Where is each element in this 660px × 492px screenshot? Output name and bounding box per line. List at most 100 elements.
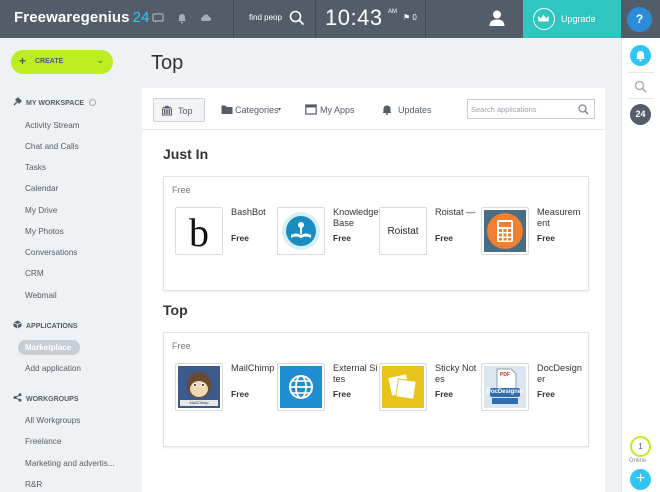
app-price: Free xyxy=(333,233,351,243)
docdesigner-logo: PDF DocDesigner xyxy=(481,363,529,411)
window-icon xyxy=(305,104,317,115)
free-label: Free xyxy=(172,185,191,195)
measurement-logo xyxy=(481,207,529,255)
sidebar-item-marketplace[interactable]: Marketplace xyxy=(18,340,80,355)
bell-icon xyxy=(636,51,645,62)
header-divider xyxy=(425,0,426,38)
create-button[interactable]: + CREATE ⌄ xyxy=(11,50,113,74)
app-card-roistat[interactable]: Roistat Roistat — Free xyxy=(379,207,479,262)
app-name: Sticky Notes xyxy=(435,363,477,384)
app-name: DocDesigner xyxy=(537,363,582,384)
left-sidebar: + CREATE ⌄ MY WORKSPACE Activity Stream … xyxy=(0,38,142,492)
divider xyxy=(628,72,654,73)
sticky-notes-logo xyxy=(379,363,427,411)
clock[interactable]: 10:43 xyxy=(325,5,383,31)
chevron-down-icon: ▾ xyxy=(278,107,282,113)
sidebar-item-add-application[interactable]: Add application xyxy=(25,364,81,373)
app-name: Measurement xyxy=(537,207,581,228)
bitrix24-badge[interactable]: 24 xyxy=(630,104,651,125)
tab-updates[interactable]: Updates xyxy=(374,98,440,122)
notifications-button[interactable] xyxy=(630,45,651,66)
section-title-just-in: Just In xyxy=(163,146,209,162)
sidebar-item-crm[interactable]: CRM xyxy=(25,269,44,278)
sidebar-item-calendar[interactable]: Calendar xyxy=(25,184,58,193)
section-title-top: Top xyxy=(163,302,188,318)
app-card-sticky-notes[interactable]: Sticky Notes Free xyxy=(379,363,479,418)
tab-categories[interactable]: Categories ▾ xyxy=(214,98,290,122)
header-divider xyxy=(315,0,316,38)
sidebar-item-activity-stream[interactable]: Activity Stream xyxy=(25,121,80,130)
marketplace-card: Top Categories ▾ My Apps Updates Just In xyxy=(142,88,605,492)
online-counter[interactable]: 1 xyxy=(630,436,651,457)
app-search-input[interactable] xyxy=(471,103,571,115)
share-icon xyxy=(13,393,22,402)
app-card-bashbot[interactable]: b BashBot Free xyxy=(175,207,275,262)
sidebar-item-conversations[interactable]: Conversations xyxy=(25,248,77,257)
app-price: Free xyxy=(231,233,249,243)
app-card-docdesigner[interactable]: PDF DocDesigner DocDesigner Free xyxy=(481,363,582,418)
sidebar-item-my-photos[interactable]: My Photos xyxy=(25,227,64,236)
search-icon[interactable] xyxy=(634,80,647,93)
upgrade-label: Upgrade xyxy=(561,14,596,24)
app-price: Free xyxy=(231,389,249,399)
app-name: External Sites xyxy=(333,363,378,384)
sidebar-item-marketing[interactable]: Marketing and advertis... xyxy=(25,459,115,468)
external-sites-logo xyxy=(277,363,325,411)
app-card-measurement[interactable]: Measurement Free xyxy=(481,207,581,262)
chat-icon[interactable] xyxy=(152,12,164,24)
help-button[interactable]: ? xyxy=(627,7,652,32)
tab-top[interactable]: Top xyxy=(153,98,205,122)
sidebar-item-rr[interactable]: R&R xyxy=(25,480,42,489)
pin-icon xyxy=(13,97,22,106)
mailchimp-logo: MailChimp xyxy=(175,363,223,411)
app-price: Free xyxy=(435,389,453,399)
clock-am: AM xyxy=(388,9,397,15)
app-card-external-sites[interactable]: External Sites Free xyxy=(277,363,377,418)
app-price: Free xyxy=(333,389,351,399)
workgroups-header[interactable]: WORKGROUPS xyxy=(13,393,79,403)
user-icon[interactable] xyxy=(488,9,506,27)
app-card-knowledge-base[interactable]: Knowledge Base Free xyxy=(277,207,378,262)
cloud-icon[interactable] xyxy=(200,12,212,24)
my-workspace-header[interactable]: MY WORKSPACE xyxy=(13,97,97,107)
gear-icon[interactable] xyxy=(89,99,97,106)
online-label: Online xyxy=(629,458,647,464)
logo[interactable]: Freewaregenius 24 xyxy=(14,9,150,26)
header-search-input[interactable]: find peop xyxy=(249,13,283,22)
top-header: Freewaregenius 24 find peop 10:43 AM ⚑ 0 … xyxy=(0,0,660,38)
page-title: Top xyxy=(151,52,184,74)
sidebar-item-my-drive[interactable]: My Drive xyxy=(25,206,57,215)
sidebar-item-chat-and-calls[interactable]: Chat and Calls xyxy=(25,142,79,151)
search-icon[interactable] xyxy=(289,10,305,26)
main-content: Top Top Categories ▾ My Apps Updates Sea… xyxy=(142,38,621,492)
app-price: Free xyxy=(537,389,555,399)
right-bar: 24 1 Online + xyxy=(621,38,660,492)
flag-counter[interactable]: ⚑ 0 xyxy=(403,13,417,22)
sidebar-item-freelance[interactable]: Freelance xyxy=(25,437,61,446)
knowledge-base-logo xyxy=(277,207,325,255)
free-label: Free xyxy=(172,341,191,351)
app-list-just-in: Free b BashBot Free Knowledge Base Free … xyxy=(163,176,589,291)
sidebar-item-all-workgroups[interactable]: All Workgroups xyxy=(25,416,80,425)
applications-header[interactable]: APPLICATIONS xyxy=(13,320,78,330)
tab-bar: Top Categories ▾ My Apps Updates xyxy=(142,88,605,130)
sidebar-item-tasks[interactable]: Tasks xyxy=(25,163,46,172)
upgrade-button[interactable]: Upgrade xyxy=(523,0,621,38)
app-name: MailChimp xyxy=(231,363,275,373)
building-icon xyxy=(162,105,172,116)
app-card-mailchimp[interactable]: MailChimp MailChimp Free xyxy=(175,363,275,418)
app-name: BashBot xyxy=(231,207,266,217)
crown-icon xyxy=(533,8,555,30)
search-icon[interactable] xyxy=(578,104,589,115)
tab-my-apps[interactable]: My Apps xyxy=(298,98,364,122)
add-button[interactable]: + xyxy=(630,469,651,490)
app-name: Roistat — xyxy=(435,207,476,217)
sidebar-item-webmail[interactable]: Webmail xyxy=(25,291,57,300)
plus-icon: + xyxy=(19,54,27,68)
bell-icon[interactable] xyxy=(176,12,188,24)
chevron-down-icon: ⌄ xyxy=(96,55,104,65)
app-search-box[interactable] xyxy=(467,99,595,119)
folder-icon xyxy=(221,105,233,114)
header-search[interactable]: find peop xyxy=(235,0,315,38)
logo-text: Freewaregenius xyxy=(14,9,130,26)
